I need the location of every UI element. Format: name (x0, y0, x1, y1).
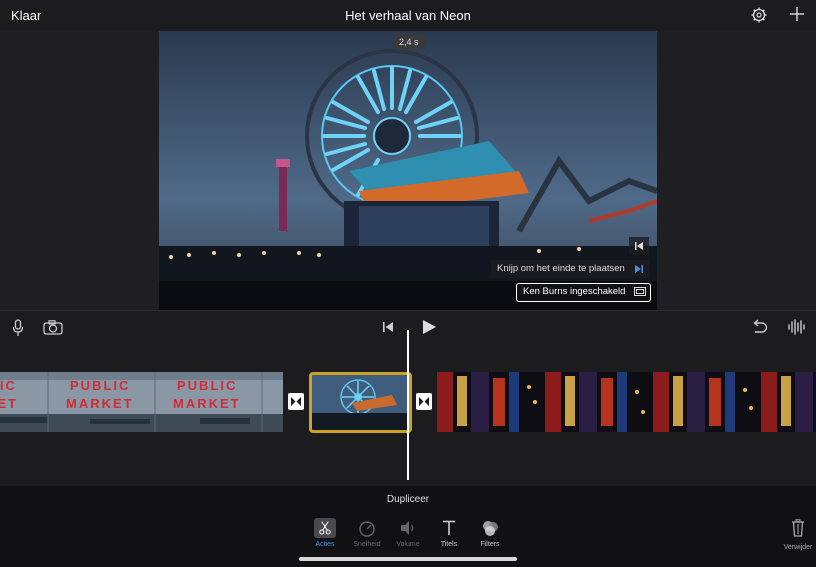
svg-text:PUBLIC: PUBLIC (70, 378, 130, 393)
svg-text:LIC: LIC (0, 378, 17, 393)
transition-icon (291, 397, 301, 406)
action-label-filters: Filters (480, 541, 500, 548)
ken-burns-hint: Knijp om het einde te plaatsen (491, 260, 649, 278)
neon-signs-thumbnails (437, 372, 816, 432)
transition-icon (419, 397, 429, 406)
waveform-icon[interactable] (787, 319, 807, 335)
action-tab-titels[interactable]: Titels (429, 518, 469, 548)
ken-burns-label: Ken Burns ingeschakeld (523, 286, 626, 297)
top-bar: Klaar Het verhaal van Neon (0, 0, 816, 30)
transition-button[interactable] (288, 393, 304, 410)
transition-button[interactable] (416, 393, 432, 410)
action-label-acties: Acties (315, 541, 335, 548)
clip-duration-badge: 2,4 s (393, 34, 425, 50)
speedometer-icon (359, 521, 375, 537)
action-tab-volume[interactable]: Volume (388, 518, 428, 548)
timeline-clip-public-market[interactable]: LIC KET PUBLIC MARKET PUBLIC MARKET (0, 372, 283, 432)
action-label-snelheid: Snelheid (353, 541, 381, 548)
home-indicator[interactable] (299, 557, 517, 561)
playhead-marker (401, 312, 413, 320)
undo-icon[interactable] (750, 319, 768, 335)
ken-burns-toggle[interactable]: Ken Burns ingeschakeld (516, 283, 651, 302)
action-label-volume: Volume (396, 541, 420, 548)
ken-burns-icon (634, 287, 646, 296)
skip-to-end-icon[interactable] (634, 264, 644, 274)
svg-text:PUBLIC: PUBLIC (177, 378, 237, 393)
filters-icon (483, 521, 498, 536)
speaker-icon (401, 521, 414, 535)
delete-button[interactable]: Verwijder (782, 519, 814, 551)
scissors-icon-box (314, 518, 336, 538)
timeline-clip-ferris-wheel-selected[interactable] (309, 372, 412, 433)
camera-icon[interactable] (43, 320, 63, 335)
action-label-titels: Titels (440, 541, 458, 548)
plus-icon[interactable] (789, 6, 805, 22)
trash-icon (792, 519, 804, 537)
action-tab-filters[interactable]: Filters (470, 518, 510, 548)
svg-text:MARKET: MARKET (173, 396, 241, 411)
playhead[interactable] (407, 330, 409, 480)
scissors-icon (319, 521, 331, 535)
svg-text:MARKET: MARKET (66, 396, 134, 411)
microphone-icon[interactable] (12, 319, 24, 337)
hint-marker (629, 237, 649, 255)
skip-to-start-icon (635, 242, 643, 250)
public-market-thumbnails: LIC KET PUBLIC MARKET PUBLIC MARKET (0, 372, 283, 432)
ferris-wheel-thumbnail (312, 375, 409, 430)
skip-to-start-icon[interactable] (382, 321, 394, 333)
ken-burns-hint-text: Knijp om het einde te plaatsen (497, 263, 625, 274)
timeline-clip-neon-signs[interactable] (437, 372, 816, 432)
delete-label: Verwijder (783, 544, 813, 551)
project-title: Het verhaal van Neon (345, 8, 471, 23)
svg-text:KET: KET (0, 396, 18, 411)
action-tab-acties[interactable]: Acties (305, 518, 345, 548)
action-tab-snelheid[interactable]: Snelheid (347, 518, 387, 548)
current-action-label: Dupliceer (386, 494, 430, 505)
gear-icon[interactable] (751, 7, 767, 23)
play-icon[interactable] (421, 319, 437, 335)
text-icon (443, 520, 455, 535)
